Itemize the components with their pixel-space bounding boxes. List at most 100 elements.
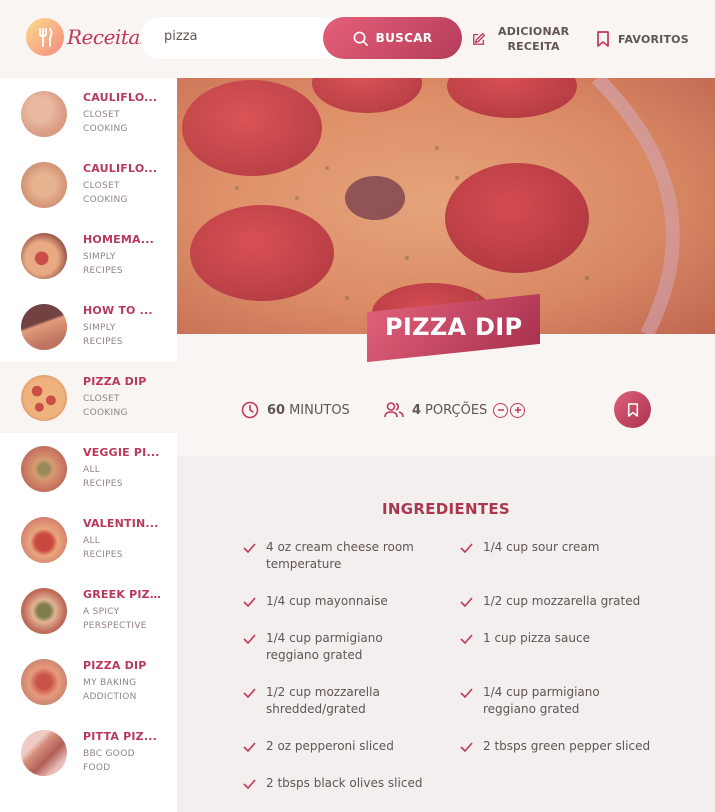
result-publisher: CLOSET COOKING (83, 179, 163, 207)
ingredient-item: 2 tbsps black olives sliced (243, 775, 436, 792)
ingredient-text: 2 oz pepperoni sliced (266, 739, 394, 753)
search-icon (353, 31, 368, 46)
ingredient-item: 1/2 cup mozzarella shredded/grated (243, 684, 436, 718)
favorites-label: FAVORITOS (618, 32, 689, 46)
ingredient-text: 1/4 cup parmigiano reggiano grated (266, 631, 383, 662)
check-icon (460, 742, 473, 752)
add-recipe-button[interactable]: ADICIONAR RECEITA (472, 0, 569, 78)
result-publisher: MY BAKING ADDICTION (83, 676, 163, 704)
ingredients-section: INGREDIENTES 4 oz cream cheese room temp… (177, 78, 715, 812)
result-title: GREEK PIZZA (83, 588, 163, 601)
result-publisher: ALL RECIPES (83, 463, 163, 491)
result-publisher-line1: CLOSET (83, 110, 120, 120)
result-publisher-line2: FOOD (83, 763, 111, 773)
search-button[interactable]: BUSCAR (323, 17, 462, 59)
result-publisher: CLOSET COOKING (83, 392, 163, 420)
result-thumbnail (21, 303, 67, 350)
search-input[interactable] (164, 29, 314, 44)
result-publisher-line2: COOKING (83, 124, 128, 134)
result-item[interactable]: CAULIFLO... CLOSET COOKING (0, 78, 177, 149)
result-item[interactable]: CAULIFLO... CLOSET COOKING (0, 149, 177, 220)
check-icon (243, 634, 256, 644)
search-button-label: BUSCAR (375, 31, 433, 45)
result-publisher-line2: RECIPES (83, 266, 123, 276)
ingredient-item: 1/2 cup mozzarella grated (460, 593, 653, 610)
result-publisher-line2: COOKING (83, 195, 128, 205)
result-publisher-line1: SIMPLY (83, 252, 116, 262)
result-title: HOW TO ... (83, 304, 153, 317)
result-publisher-line2: RECIPES (83, 337, 123, 347)
check-icon (460, 597, 473, 607)
result-publisher-line1: BBC GOOD (83, 749, 135, 759)
result-publisher-line1: ALL (83, 536, 101, 546)
result-publisher-line1: ALL (83, 465, 101, 475)
logo[interactable]: Receitas (26, 18, 150, 56)
result-publisher-line1: SIMPLY (83, 323, 116, 333)
result-publisher: BBC GOOD FOOD (83, 747, 163, 775)
result-publisher-line2: COOKING (83, 408, 128, 418)
result-thumbnail (21, 587, 67, 634)
result-thumbnail (21, 161, 67, 208)
result-publisher: A SPICY PERSPECTIVE (83, 605, 163, 633)
result-item[interactable]: VEGGIE PI... ALL RECIPES (0, 433, 177, 504)
result-publisher-line1: MY BAKING (83, 678, 137, 688)
recipe-view: 60 MINUTOS 4 PORÇÕES PIZZA DIP INGREDIEN… (177, 78, 715, 812)
ingredient-text: 2 tbsps green pepper sliced (483, 739, 651, 753)
result-publisher-line1: A SPICY (83, 607, 120, 617)
result-item[interactable]: VALENTIN... ALL RECIPES (0, 504, 177, 575)
result-title: PITTA PIZ... (83, 730, 157, 743)
result-publisher: ALL RECIPES (83, 534, 163, 562)
result-item[interactable]: PIZZA DIP MY BAKING ADDICTION (0, 646, 177, 717)
add-recipe-label: ADICIONAR RECEITA (498, 24, 569, 54)
check-icon (460, 688, 473, 698)
check-icon (243, 543, 256, 553)
favorites-button[interactable]: FAVORITOS (596, 0, 689, 78)
result-publisher-line1: CLOSET (83, 394, 120, 404)
ingredient-item: 4 oz cream cheese room temperature (243, 539, 436, 573)
result-publisher: SIMPLY RECIPES (83, 250, 163, 278)
result-title: PIZZA DIP (83, 375, 147, 388)
logo-text: Receitas (67, 25, 150, 49)
result-publisher: CLOSET COOKING (83, 108, 163, 136)
result-item[interactable]: GREEK PIZZA A SPICY PERSPECTIVE (0, 575, 177, 646)
ingredient-text: 1 cup pizza sauce (483, 631, 590, 645)
result-thumbnail (21, 232, 67, 279)
bookmark-icon (597, 31, 609, 47)
check-icon (243, 688, 256, 698)
result-title: PIZZA DIP (83, 659, 147, 672)
result-thumbnail (21, 374, 67, 421)
result-item[interactable]: HOW TO ... SIMPLY RECIPES (0, 291, 177, 362)
header: Receitas BUSCAR ADICIONAR RECEITA FAVORI… (0, 0, 715, 78)
result-title: CAULIFLO... (83, 91, 158, 104)
ingredient-text: 4 oz cream cheese room temperature (266, 540, 414, 571)
fork-knife-icon (26, 18, 64, 56)
ingredient-item: 2 tbsps green pepper sliced (460, 738, 683, 755)
result-item-active[interactable]: PIZZA DIP CLOSET COOKING (0, 362, 177, 433)
result-publisher: SIMPLY RECIPES (83, 321, 163, 349)
search-bar: BUSCAR (140, 17, 462, 59)
check-icon (460, 543, 473, 553)
result-publisher-line2: RECIPES (83, 550, 123, 560)
result-title: VALENTIN... (83, 517, 159, 530)
result-publisher-line2: PERSPECTIVE (83, 621, 147, 631)
search-results: CAULIFLO... CLOSET COOKING CAULIFLO... CLOS… (0, 78, 177, 812)
check-icon (243, 779, 256, 789)
ingredient-text: 1/4 cup sour cream (483, 540, 600, 554)
result-publisher-line2: RECIPES (83, 479, 123, 489)
result-publisher-line2: ADDICTION (83, 692, 137, 702)
result-thumbnail (21, 90, 67, 137)
ingredient-item: 1/4 cup parmigiano reggiano grated (460, 684, 653, 718)
ingredient-text: 1/2 cup mozzarella grated (483, 594, 641, 608)
result-item[interactable]: PITTA PIZ... BBC GOOD FOOD (0, 717, 177, 788)
result-publisher-line1: CLOSET (83, 181, 120, 191)
edit-icon (473, 33, 485, 45)
check-icon (243, 597, 256, 607)
ingredient-text: 1/4 cup mayonnaise (266, 594, 388, 608)
result-thumbnail (21, 729, 67, 776)
ingredient-item: 1/4 cup sour cream (460, 539, 653, 556)
ingredient-item: 1 cup pizza sauce (460, 630, 653, 647)
ingredient-item: 1/4 cup mayonnaise (243, 593, 436, 610)
result-thumbnail (21, 445, 67, 492)
add-recipe-label-line2: RECEITA (507, 40, 560, 53)
result-item[interactable]: HOMEMA... SIMPLY RECIPES (0, 220, 177, 291)
